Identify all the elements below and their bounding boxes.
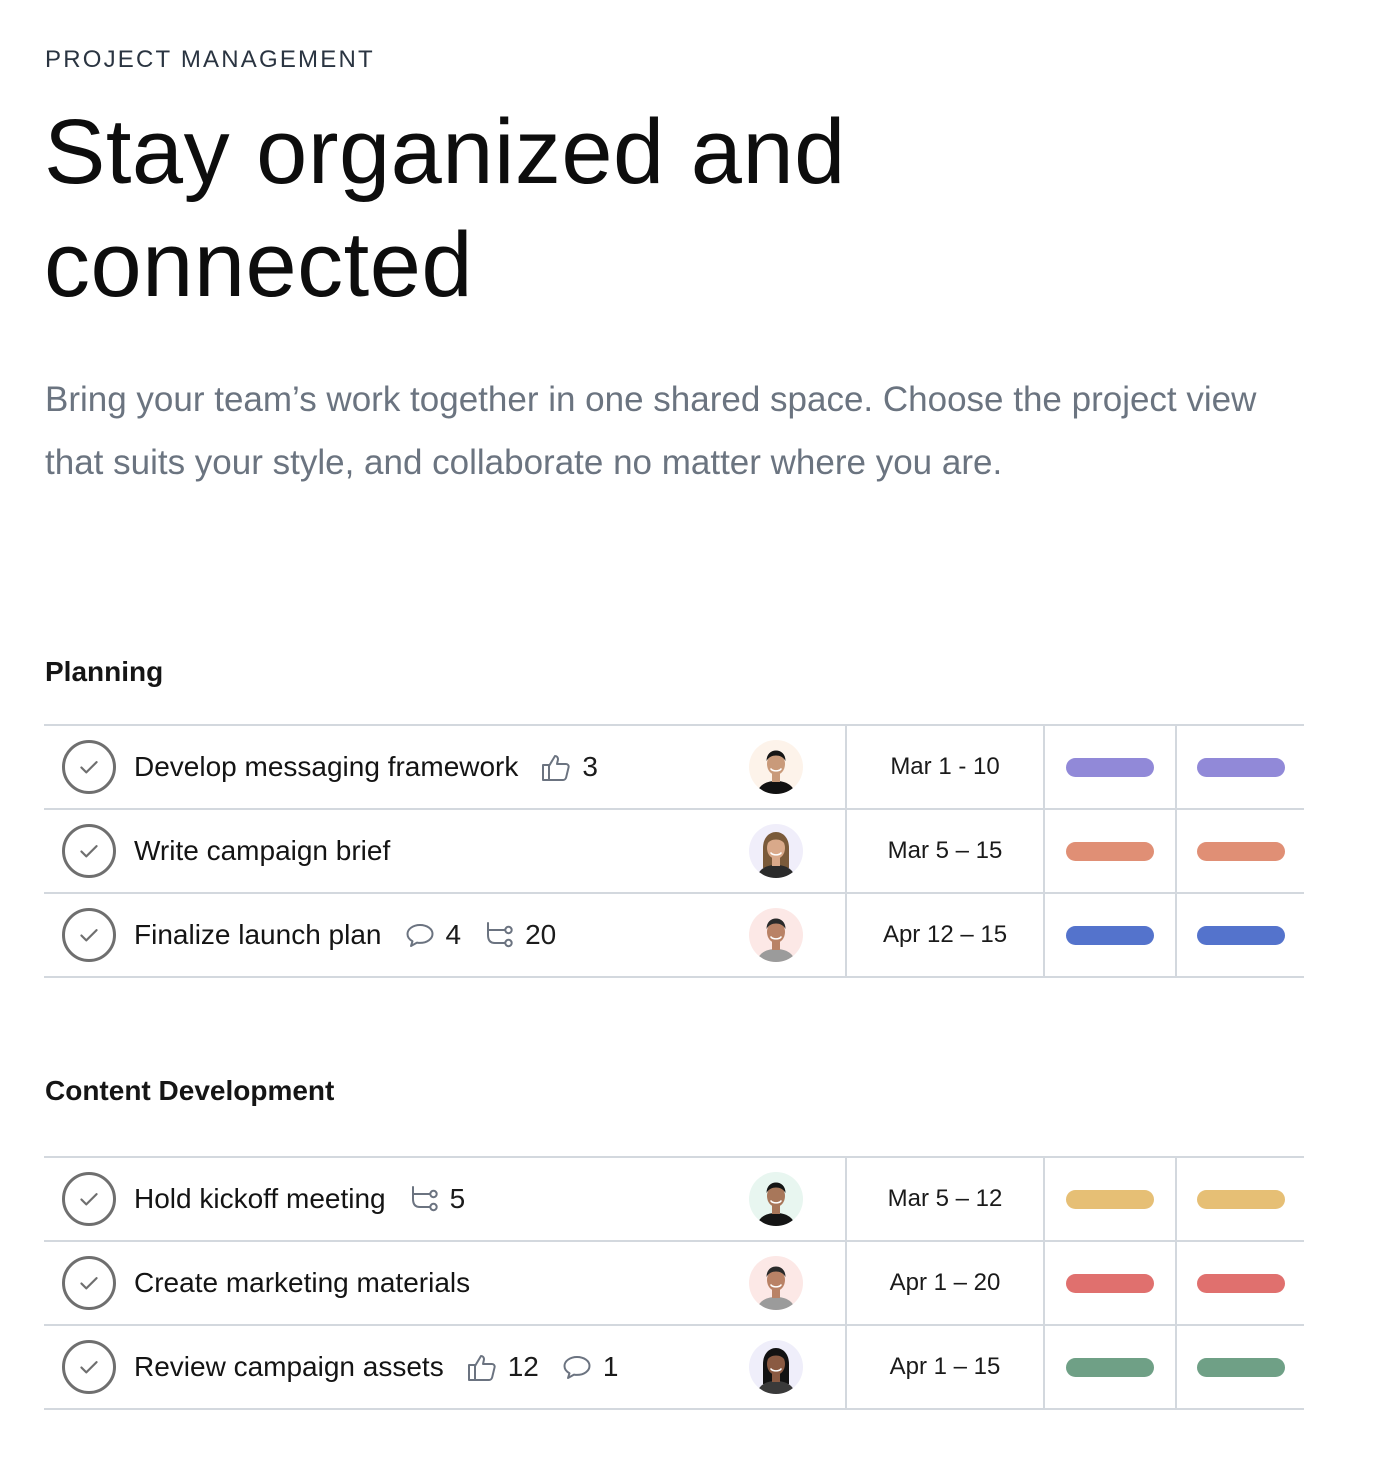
- complete-checkbox[interactable]: [62, 908, 116, 962]
- task-name-cell: Write campaign brief: [44, 810, 749, 892]
- priority-cell: [1175, 810, 1304, 892]
- assignee-cell: [749, 810, 845, 892]
- task-row[interactable]: Hold kickoff meeting 5 Mar 5 – 12: [44, 1158, 1304, 1242]
- due-date[interactable]: Mar 1 - 10: [845, 726, 1043, 808]
- priority-cell: [1175, 1242, 1304, 1324]
- priority-cell: [1175, 1326, 1304, 1408]
- section-title-content-development: Content Development: [45, 1075, 335, 1106]
- comment-count-value: 4: [445, 919, 462, 950]
- task-name-cell: Finalize launch plan 4 20: [44, 894, 749, 976]
- avatar-woman-curly-hair[interactable]: [749, 824, 803, 878]
- task-table-content-development: Hold kickoff meeting 5 Mar 5 – 12 Create…: [44, 1156, 1304, 1410]
- priority-pill[interactable]: [1196, 1189, 1285, 1209]
- status-pill[interactable]: [1066, 1189, 1154, 1209]
- comment-count-value: 1: [602, 1351, 619, 1382]
- task-name[interactable]: Create marketing materials: [134, 1267, 470, 1299]
- assignee-cell: [749, 726, 845, 808]
- task-table-planning: Develop messaging framework 3 Mar 1 - 10: [44, 724, 1304, 978]
- comment-bubble-icon: [404, 919, 446, 951]
- task-name-cell: Develop messaging framework 3: [44, 726, 749, 808]
- task-name[interactable]: Write campaign brief: [134, 835, 390, 867]
- task-row[interactable]: Finalize launch plan 4 20 Apr 12 – 15: [44, 894, 1304, 978]
- priority-cell: [1175, 894, 1304, 976]
- checkmark-icon: [76, 1354, 102, 1380]
- like-count[interactable]: 12: [466, 1351, 539, 1383]
- due-date[interactable]: Mar 5 – 15: [845, 810, 1043, 892]
- task-name[interactable]: Hold kickoff meeting: [134, 1183, 386, 1215]
- checkmark-icon: [76, 1186, 102, 1212]
- assignee-cell: [749, 1242, 845, 1324]
- subtask-count[interactable]: 5: [408, 1183, 466, 1215]
- status-pill[interactable]: [1066, 1273, 1154, 1293]
- task-row[interactable]: Write campaign brief Mar 5 – 15: [44, 810, 1304, 894]
- priority-cell: [1175, 726, 1304, 808]
- comment-count[interactable]: 1: [561, 1351, 619, 1383]
- subtask-count-value: 5: [449, 1183, 466, 1214]
- comment-count[interactable]: 4: [404, 919, 462, 951]
- complete-checkbox[interactable]: [62, 1256, 116, 1310]
- status-pill[interactable]: [1066, 1357, 1154, 1377]
- like-count-value: 12: [507, 1351, 539, 1382]
- task-row[interactable]: Create marketing materials Apr 1 – 20: [44, 1242, 1304, 1326]
- status-cell: [1043, 810, 1175, 892]
- complete-checkbox[interactable]: [62, 1172, 116, 1226]
- eyebrow-label: PROJECT MANAGEMENT: [45, 46, 375, 73]
- task-name-cell: Create marketing materials: [44, 1242, 749, 1324]
- assignee-cell: [749, 1158, 845, 1240]
- status-cell: [1043, 1158, 1175, 1240]
- priority-pill[interactable]: [1196, 841, 1285, 861]
- avatar-man-smiling[interactable]: [749, 1256, 803, 1310]
- section-title-planning: Planning: [45, 656, 164, 687]
- assignee-cell: [749, 1326, 845, 1408]
- avatar-man-beard[interactable]: [749, 1172, 803, 1226]
- status-cell: [1043, 726, 1175, 808]
- task-name[interactable]: Finalize launch plan: [134, 919, 382, 951]
- due-date[interactable]: Apr 1 – 20: [845, 1242, 1043, 1324]
- checkmark-icon: [76, 922, 102, 948]
- avatar-woman-long-hair[interactable]: [749, 1340, 803, 1394]
- status-cell: [1043, 1326, 1175, 1408]
- due-date[interactable]: Apr 1 – 15: [845, 1326, 1043, 1408]
- thumbs-up-icon: [466, 1351, 508, 1383]
- subtask-icon: [483, 919, 525, 951]
- priority-cell: [1175, 1158, 1304, 1240]
- priority-pill[interactable]: [1196, 1357, 1285, 1377]
- subtask-count[interactable]: 20: [483, 919, 556, 951]
- task-name[interactable]: Develop messaging framework: [134, 751, 518, 783]
- task-row[interactable]: Develop messaging framework 3 Mar 1 - 10: [44, 726, 1304, 810]
- due-date[interactable]: Mar 5 – 12: [845, 1158, 1043, 1240]
- like-count[interactable]: 3: [540, 751, 598, 783]
- checkmark-icon: [76, 754, 102, 780]
- task-name[interactable]: Review campaign assets: [134, 1351, 444, 1383]
- like-count-value: 3: [582, 751, 598, 782]
- task-name-cell: Review campaign assets 12 1: [44, 1326, 749, 1408]
- complete-checkbox[interactable]: [62, 1340, 116, 1394]
- task-row[interactable]: Review campaign assets 12 1 Apr 1 – 15: [44, 1326, 1304, 1410]
- status-cell: [1043, 1242, 1175, 1324]
- subtask-count-value: 20: [525, 919, 557, 950]
- checkmark-icon: [76, 838, 102, 864]
- subtask-icon: [408, 1183, 450, 1215]
- avatar-woman-short-hair[interactable]: [749, 740, 803, 794]
- complete-checkbox[interactable]: [62, 740, 116, 794]
- status-pill[interactable]: [1066, 757, 1154, 777]
- task-name-cell: Hold kickoff meeting 5: [44, 1158, 749, 1240]
- due-date[interactable]: Apr 12 – 15: [845, 894, 1043, 976]
- checkmark-icon: [76, 1270, 102, 1296]
- status-cell: [1043, 894, 1175, 976]
- comment-bubble-icon: [561, 1351, 603, 1383]
- avatar-man-smiling[interactable]: [749, 908, 803, 962]
- status-pill[interactable]: [1066, 925, 1154, 945]
- page-title: Stay organized and connected: [44, 101, 846, 316]
- complete-checkbox[interactable]: [62, 824, 116, 878]
- status-pill[interactable]: [1066, 841, 1154, 861]
- thumbs-up-icon: [540, 751, 582, 783]
- priority-pill[interactable]: [1196, 925, 1285, 945]
- priority-pill[interactable]: [1196, 757, 1285, 777]
- page-description: Bring your team’s work together in one s…: [45, 380, 1257, 482]
- assignee-cell: [749, 894, 845, 976]
- priority-pill[interactable]: [1196, 1273, 1285, 1293]
